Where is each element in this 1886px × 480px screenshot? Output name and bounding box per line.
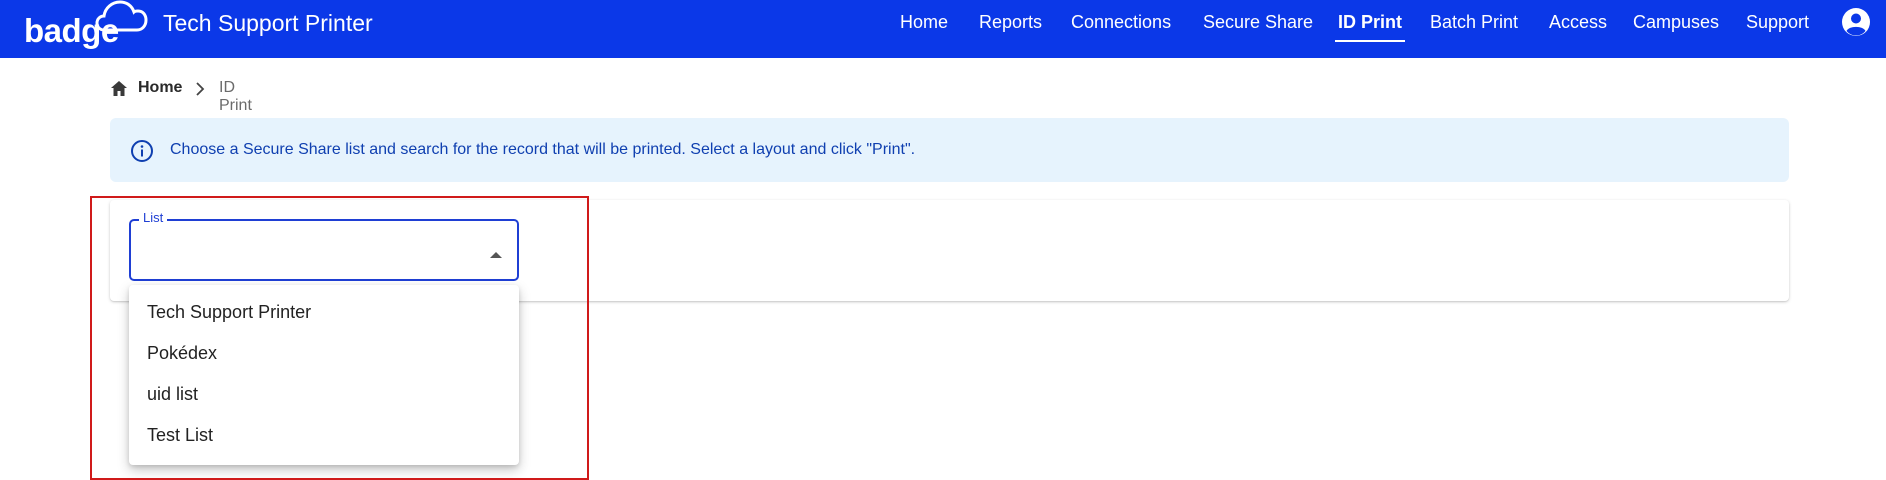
nav-secure-share[interactable]: Secure Share: [1203, 12, 1313, 33]
list-select-label: List: [139, 210, 168, 225]
logo-text: badge: [24, 12, 119, 49]
app-title: Tech Support Printer: [163, 10, 373, 36]
active-nav-indicator: [1335, 40, 1405, 42]
breadcrumb-current: ID Print: [219, 79, 252, 114]
list-option-pokedex[interactable]: Pokédex: [129, 333, 519, 374]
nav-id-print[interactable]: ID Print: [1338, 12, 1402, 33]
info-banner-text: Choose a Secure Share list and search fo…: [170, 141, 916, 158]
list-option-uid-list[interactable]: uid list: [129, 374, 519, 415]
list-option-test-list[interactable]: Test List: [129, 415, 519, 456]
list-option-tech-support-printer[interactable]: Tech Support Printer: [129, 292, 519, 333]
nav-connections[interactable]: Connections: [1071, 12, 1171, 33]
info-circle-icon: [130, 139, 154, 168]
breadcrumb-home[interactable]: Home: [138, 79, 182, 97]
nav-batch-print[interactable]: Batch Print: [1430, 12, 1518, 33]
nav-reports[interactable]: Reports: [979, 12, 1042, 33]
home-icon[interactable]: [110, 80, 128, 102]
nav-support[interactable]: Support: [1746, 12, 1809, 33]
nav-campuses[interactable]: Campuses: [1633, 12, 1719, 33]
list-select[interactable]: [129, 219, 519, 281]
chevron-right-icon: [194, 81, 206, 102]
account-circle-icon[interactable]: [1841, 7, 1871, 37]
list-dropdown-menu: Tech Support Printer Pokédex uid list Te…: [129, 285, 519, 465]
top-app-bar: badge Tech Support Printer Home Reports …: [0, 0, 1886, 58]
nav-access[interactable]: Access: [1549, 12, 1607, 33]
info-banner: Choose a Secure Share list and search fo…: [110, 118, 1789, 182]
nav-home[interactable]: Home: [900, 12, 948, 33]
caret-up-icon[interactable]: [489, 246, 503, 264]
badge-logo[interactable]: badge: [22, 0, 152, 58]
